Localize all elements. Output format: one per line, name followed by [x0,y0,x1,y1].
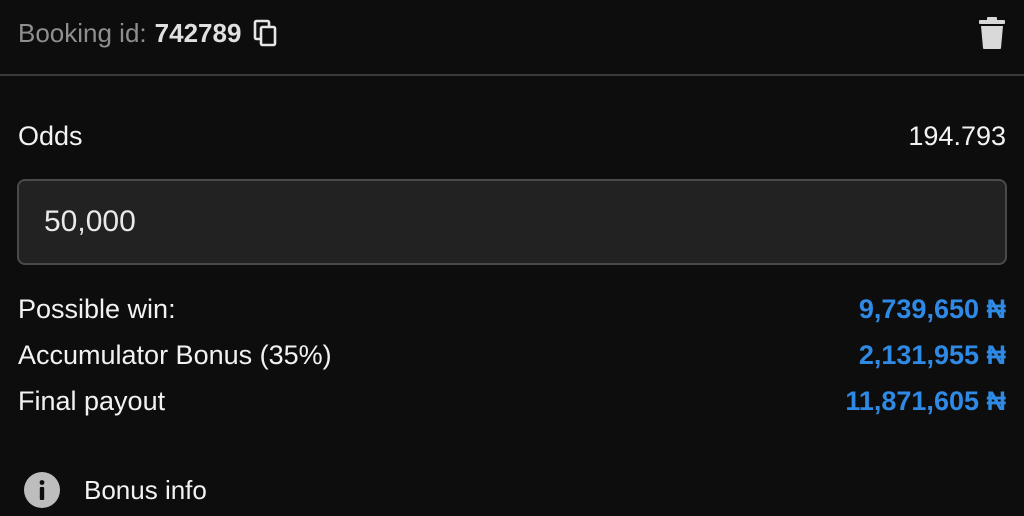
booking-id-label: Booking id: [18,18,147,48]
booking-id-value: 742789 [154,18,242,48]
stake-input[interactable] [17,179,1007,265]
trash-icon[interactable] [978,16,1006,50]
possible-win-row: Possible win: 9,739,650 ₦ [18,286,1006,332]
booking-id-row: Booking id: 742789 [18,17,279,49]
odds-row: Odds 194.793 [18,118,1006,154]
payout-summary: Possible win: 9,739,650 ₦ Accumulator Bo… [18,286,1006,424]
accumulator-bonus-label: Accumulator Bonus (35%) [18,339,332,370]
bonus-info-link[interactable]: Bonus info [24,472,207,508]
accumulator-bonus-row: Accumulator Bonus (35%) 2,131,955 ₦ [18,332,1006,378]
accumulator-bonus-value: 2,131,955 ₦ [858,339,1006,370]
final-payout-value: 11,871,605 ₦ [845,385,1006,416]
copy-icon[interactable] [253,19,279,47]
possible-win-value: 9,739,650 ₦ [858,293,1006,324]
betslip-panel: Booking id: 742789 Odds 194.793 Possible… [0,0,1024,516]
final-payout-label: Final payout [18,385,166,416]
bonus-info-label: Bonus info [84,474,207,505]
betslip-header: Booking id: 742789 [0,0,1024,76]
info-icon [24,472,60,508]
final-payout-row: Final payout 11,871,605 ₦ [18,378,1006,424]
odds-label: Odds [18,120,83,151]
possible-win-label: Possible win: [18,293,176,324]
odds-value: 194.793 [908,120,1006,151]
